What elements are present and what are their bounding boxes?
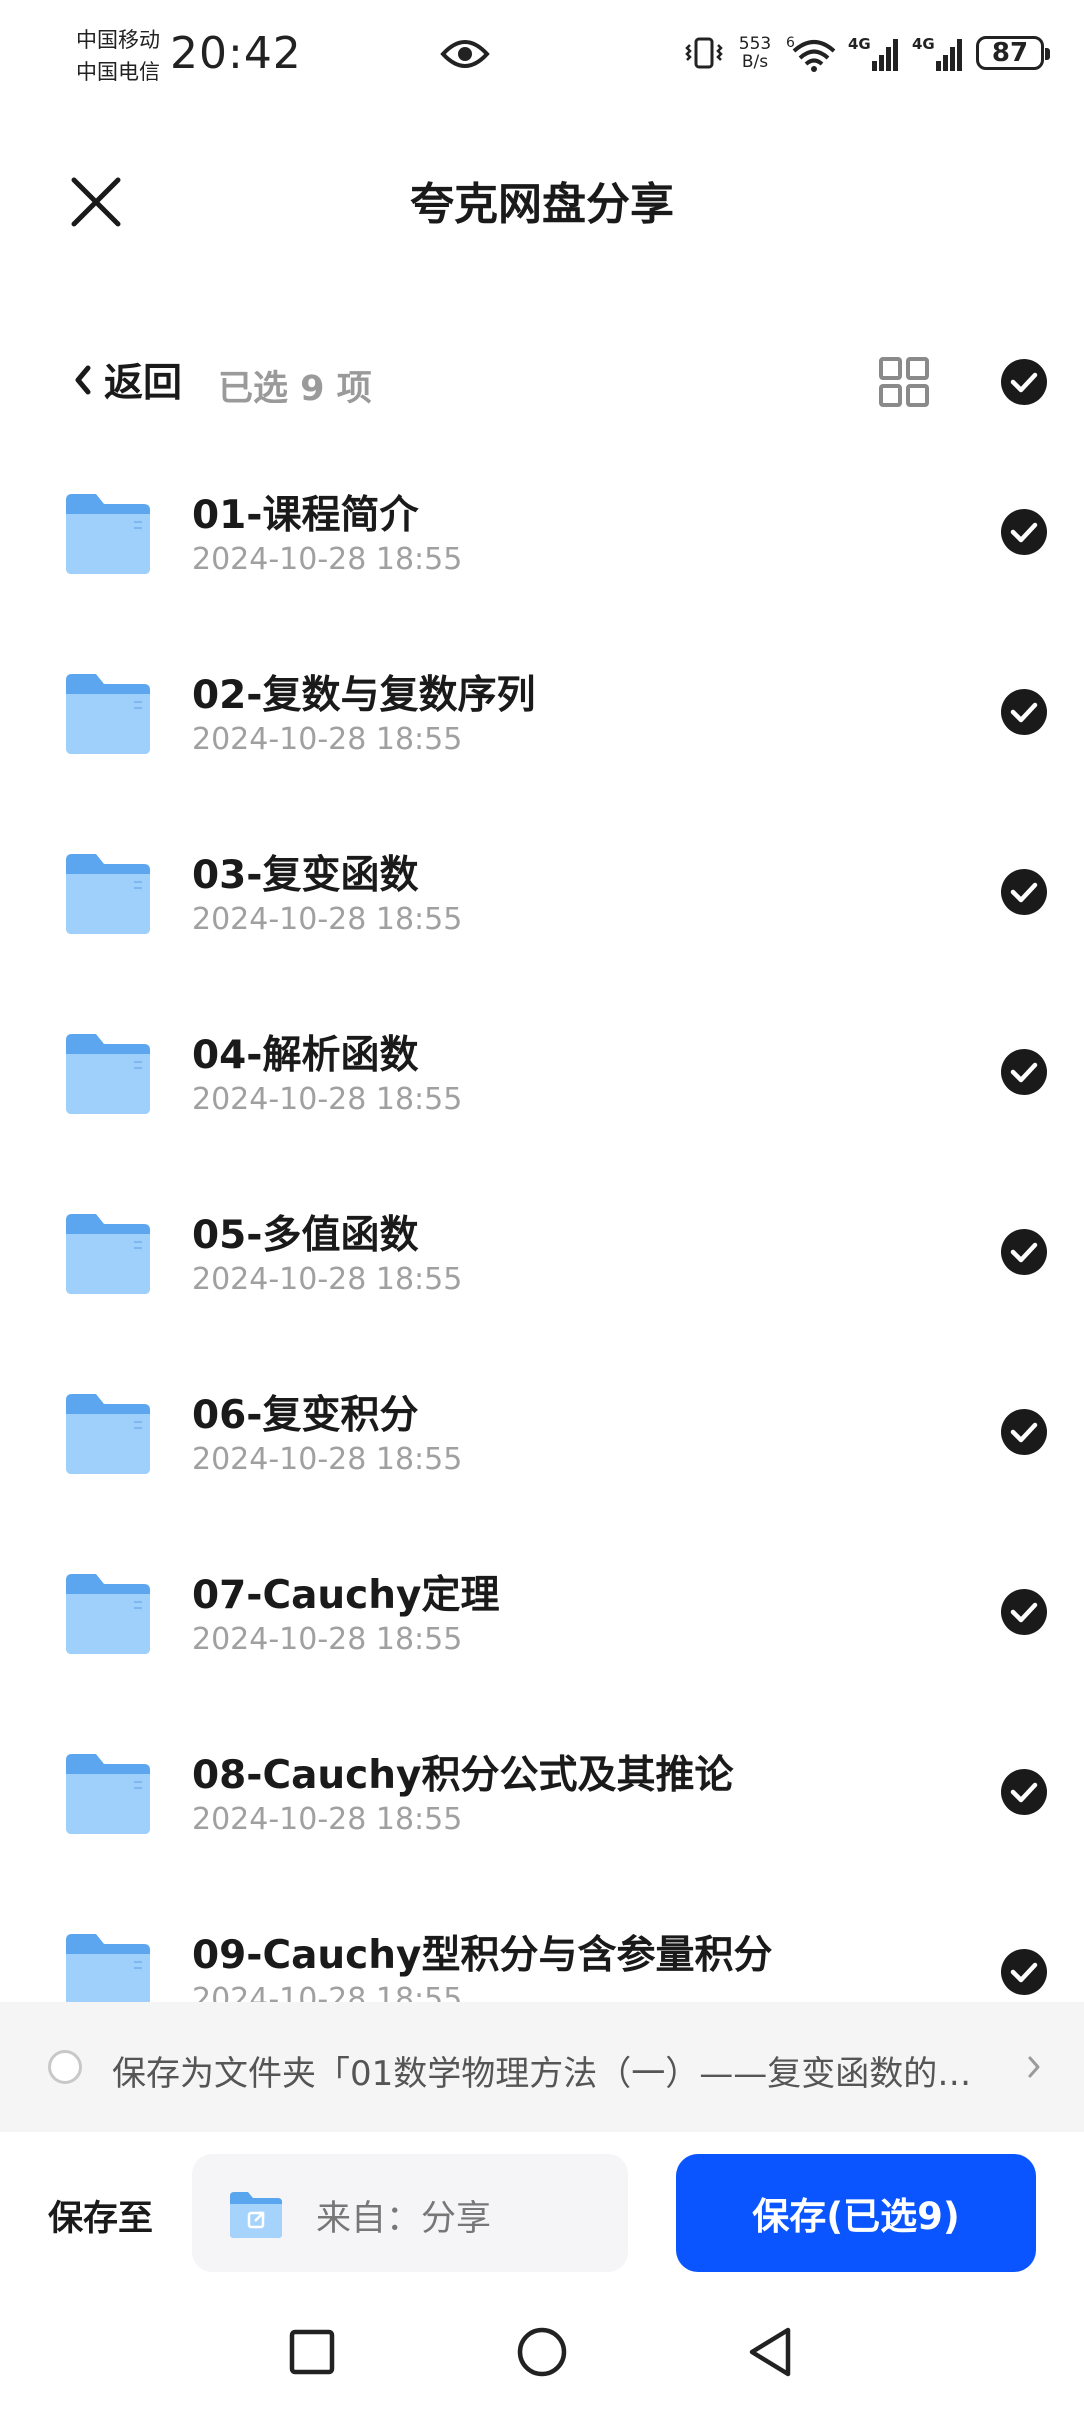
grid-view-icon[interactable] [878,356,930,408]
file-date: 2024-10-28 18:55 [192,1802,463,1837]
folder-icon [66,1034,150,1114]
folder-icon [66,1394,150,1474]
selection-toolbar: 返回 已选 9 项 [0,340,1084,420]
file-row[interactable]: 04-解析函数 2024-10-28 18:55 [0,980,1084,1160]
file-list[interactable]: 01-课程简介 2024-10-28 18:55 02-复数与复数序列 2024-10… [0,440,1084,2002]
file-row[interactable]: 07-Cauchy定理 2024-10-28 18:55 [0,1520,1084,1700]
page-title: 夸克网盘分享 [410,179,674,230]
file-row[interactable]: 02-复数与复数序列 2024-10-28 18:55 [0,620,1084,800]
file-name: 09-Cauchy型积分与含参量积分 [192,1933,773,1978]
file-row[interactable]: 03-复变函数 2024-10-28 18:55 [0,800,1084,980]
battery-icon: 87 [976,36,1050,70]
chevron-right-icon [1028,2056,1040,2078]
status-icons: 553 B/s 6 4G 4G 87 [684,28,1050,78]
row-checkbox[interactable] [1000,1588,1048,1636]
row-checkbox[interactable] [1000,1948,1048,1996]
bottom-action-bar: 保存至 来自：分享 保存(已选9) [0,2132,1084,2292]
chevron-left-icon [75,365,91,395]
file-date: 2024-10-28 18:55 [192,722,463,757]
folder-icon [66,1754,150,1834]
back-label: 返回 [104,361,183,406]
net-speed: 553 B/s [734,35,776,71]
carrier-1: 中国移动 [76,28,160,52]
row-checkbox[interactable] [1000,1768,1048,1816]
file-row[interactable]: 09-Cauchy型积分与含参量积分 2024-10-28 18:55 [0,1880,1084,2002]
file-name: 02-复数与复数序列 [192,673,536,718]
save-as-folder-option[interactable]: 保存为文件夹「01数学物理方法（一）——复变函数的… [0,2002,1084,2132]
folder-icon [66,854,150,934]
save-as-folder-radio[interactable] [48,2050,82,2084]
net-speed-unit: B/s [741,52,769,72]
folder-icon [66,1574,150,1654]
row-checkbox[interactable] [1000,1048,1048,1096]
row-checkbox[interactable] [1000,688,1048,736]
file-row[interactable]: 01-课程简介 2024-10-28 18:55 [0,440,1084,620]
file-name: 03-复变函数 [192,853,419,898]
eye-icon [440,40,490,68]
save-to-label: 保存至 [48,2199,154,2239]
wifi-icon: 6 [786,35,836,72]
file-name: 07-Cauchy定理 [192,1573,500,1618]
signal-icon: 4G [848,35,898,71]
file-date: 2024-10-28 18:55 [192,1442,463,1477]
net-speed-value: 553 [738,34,772,54]
wifi-label: 6 [786,35,795,51]
status-time: 20:42 [170,28,302,79]
system-nav-bar [0,2292,1084,2412]
signal-label-2: 4G [912,35,935,53]
file-name: 06-复变积分 [192,1393,419,1438]
row-checkbox[interactable] [1000,508,1048,556]
file-name: 05-多值函数 [192,1213,419,1258]
file-name: 04-解析函数 [192,1033,419,1078]
file-date: 2024-10-28 18:55 [192,902,463,937]
file-row[interactable]: 06-复变积分 2024-10-28 18:55 [0,1340,1084,1520]
destination-picker[interactable]: 来自：分享 [192,2154,628,2272]
back-button[interactable]: 返回 [72,352,182,408]
row-checkbox[interactable] [1000,1408,1048,1456]
status-bar: 中国移动 中国电信 20:42 553 B/s 6 4G 4G 87 [0,0,1084,110]
save-button[interactable]: 保存(已选9) [676,2154,1036,2272]
file-date: 2024-10-28 18:55 [192,1982,463,2002]
file-row[interactable]: 08-Cauchy积分公式及其推论 2024-10-28 18:55 [0,1700,1084,1880]
carrier-2: 中国电信 [76,60,160,84]
file-date: 2024-10-28 18:55 [192,542,463,577]
vibrate-icon [685,37,723,69]
destination-text: 来自：分享 [316,2199,492,2239]
row-checkbox[interactable] [1000,1228,1048,1276]
file-date: 2024-10-28 18:55 [192,1622,463,1657]
folder-icon [66,674,150,754]
folder-icon [66,494,150,574]
carrier-labels: 中国移动 中国电信 [76,24,160,88]
save-as-folder-text: 保存为文件夹「01数学物理方法（一）——复变函数的… [112,2054,972,2094]
folder-icon [66,1934,150,2002]
signal-icon: 4G [912,35,962,71]
select-all-checkbox[interactable] [1000,358,1048,406]
row-checkbox[interactable] [1000,868,1048,916]
file-name: 08-Cauchy积分公式及其推论 [192,1753,734,1798]
file-date: 2024-10-28 18:55 [192,1262,463,1297]
folder-icon [66,1214,150,1294]
file-row[interactable]: 05-多值函数 2024-10-28 18:55 [0,1160,1084,1340]
file-name: 01-课程简介 [192,493,419,538]
shared-folder-icon [230,2192,282,2238]
selected-count: 已选 9 项 [218,369,372,409]
file-date: 2024-10-28 18:55 [192,1082,463,1117]
home-icon[interactable] [510,2320,574,2384]
recent-apps-icon[interactable] [280,2320,344,2384]
signal-label-1: 4G [848,35,871,53]
back-icon[interactable] [740,2320,804,2384]
